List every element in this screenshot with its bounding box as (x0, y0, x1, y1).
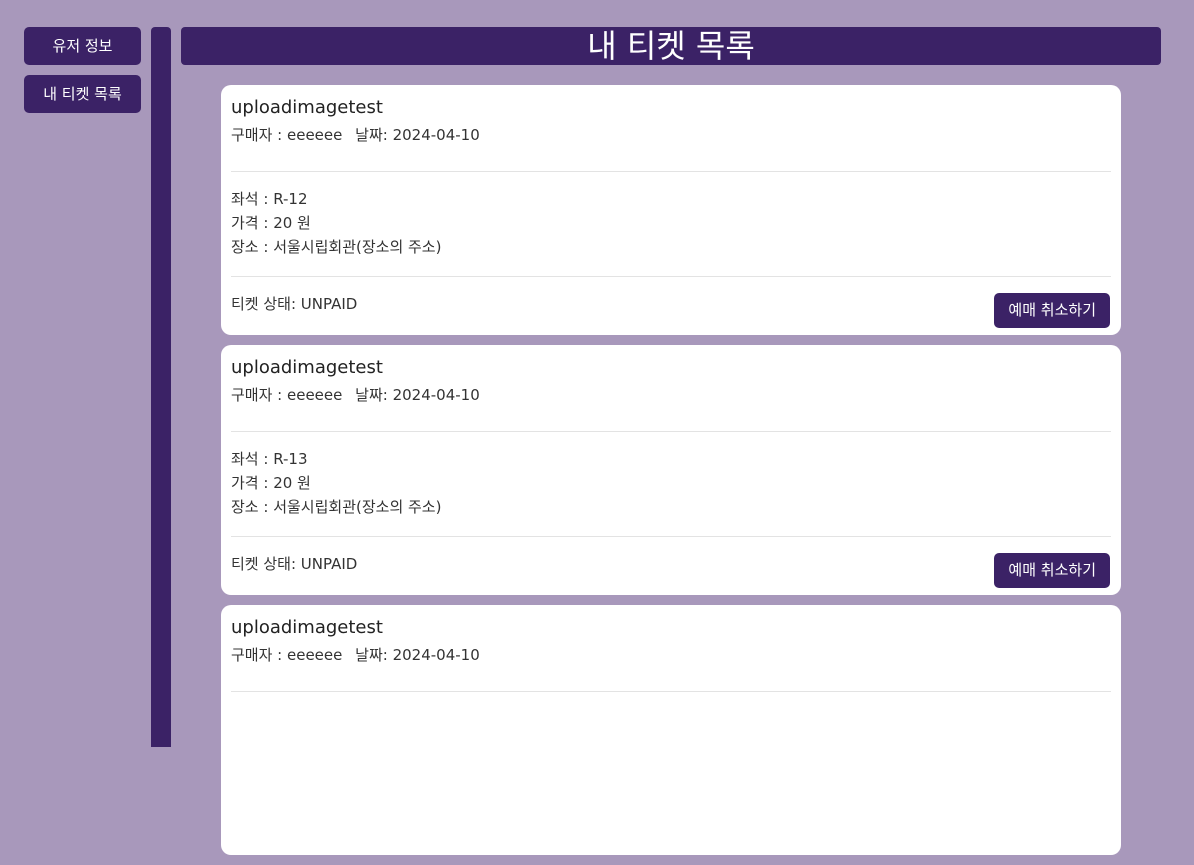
ticket-seat: 좌석 : R-13 (231, 450, 308, 468)
ticket-card: uploadimagetest 구매자 : eeeeee 날짜: 2024-04… (221, 85, 1121, 335)
ticket-buyer: 구매자 : eeeeee (231, 126, 343, 144)
ticket-buyer: 구매자 : eeeeee (231, 646, 343, 664)
sidebar: 유저 정보 내 티켓 목록 (24, 27, 141, 123)
ticket-date: 날짜: 2024-04-10 (355, 386, 480, 404)
ticket-meta: 구매자 : eeeeee 날짜: 2024-04-10 (231, 383, 1111, 407)
ticket-status: 티켓 상태: UNPAID (231, 295, 358, 313)
ticket-date: 날짜: 2024-04-10 (355, 126, 480, 144)
ticket-price: 가격 : 20 원 (231, 214, 311, 232)
ticket-card: uploadimagetest 구매자 : eeeeee 날짜: 2024-04… (221, 605, 1121, 855)
ticket-price: 가격 : 20 원 (231, 474, 311, 492)
ticket-list: uploadimagetest 구매자 : eeeeee 날짜: 2024-04… (221, 85, 1121, 865)
ticket-buyer: 구매자 : eeeeee (231, 386, 343, 404)
ticket-event-name: uploadimagetest (231, 97, 383, 118)
cancel-reservation-button[interactable]: 예매 취소하기 (994, 293, 1110, 328)
ticket-venue: 장소 : 서울시립회관(장소의 주소) (231, 498, 442, 516)
ticket-details: 좌석 : R-13 가격 : 20 원 장소 : 서울시립회관(장소의 주소) (231, 432, 1111, 536)
sidebar-item-user-info[interactable]: 유저 정보 (24, 27, 141, 65)
ticket-date: 날짜: 2024-04-10 (355, 646, 480, 664)
page-title: 내 티켓 목록 (181, 27, 1161, 65)
ticket-venue: 장소 : 서울시립회관(장소의 주소) (231, 238, 442, 256)
ticket-meta: 구매자 : eeeeee 날짜: 2024-04-10 (231, 123, 1111, 147)
ticket-card: uploadimagetest 구매자 : eeeeee 날짜: 2024-04… (221, 345, 1121, 595)
divider (231, 691, 1111, 692)
sidebar-item-my-tickets[interactable]: 내 티켓 목록 (24, 75, 141, 113)
ticket-meta: 구매자 : eeeeee 날짜: 2024-04-10 (231, 643, 1111, 667)
ticket-seat: 좌석 : R-12 (231, 190, 308, 208)
vertical-divider (151, 27, 171, 747)
cancel-reservation-button[interactable]: 예매 취소하기 (994, 553, 1110, 588)
ticket-event-name: uploadimagetest (231, 617, 383, 638)
ticket-status: 티켓 상태: UNPAID (231, 555, 358, 573)
ticket-event-name: uploadimagetest (231, 357, 383, 378)
ticket-details: 좌석 : R-12 가격 : 20 원 장소 : 서울시립회관(장소의 주소) (231, 172, 1111, 276)
